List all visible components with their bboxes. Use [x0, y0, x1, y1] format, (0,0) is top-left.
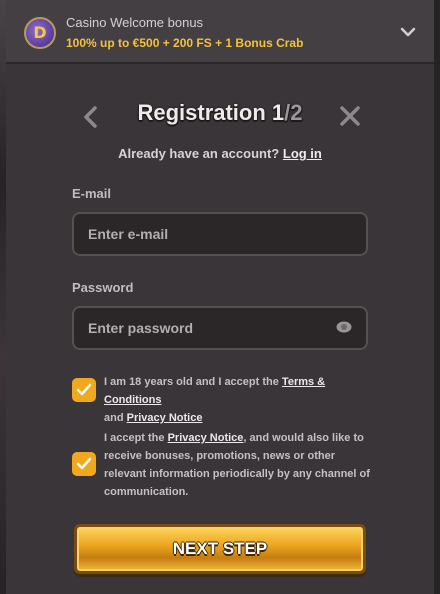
next-step-button[interactable]: NEXT STEP: [74, 524, 366, 574]
next-step-label: NEXT STEP: [172, 539, 268, 558]
page-title: Registration 1/2: [0, 100, 440, 126]
login-link[interactable]: Log in: [283, 146, 322, 161]
email-label: E-mail: [72, 186, 112, 201]
checkmark-icon: [76, 457, 92, 470]
title-step: Registration 1: [137, 100, 285, 125]
privacy-link-2[interactable]: Privacy Notice: [168, 432, 244, 444]
bonus-logo-letter: D: [33, 23, 47, 42]
title-total: 2: [290, 100, 303, 125]
bonus-title: Casino Welcome bonus: [66, 15, 204, 30]
consent1-mid: and: [104, 412, 124, 424]
marketing-text: I accept the Privacy Notice, and would a…: [104, 429, 374, 501]
bonus-description: 100% up to €500 + 200 FS + 1 Bonus Crab: [66, 36, 304, 50]
checkmark-icon: [76, 383, 92, 396]
marketing-checkbox[interactable]: [72, 452, 96, 476]
eye-icon[interactable]: [336, 321, 352, 333]
login-prompt: Already have an account? Log in: [0, 146, 440, 161]
close-icon[interactable]: [339, 104, 361, 128]
password-label: Password: [72, 280, 134, 295]
login-prompt-text: Already have an account?: [118, 146, 280, 161]
consent1-prefix: I am 18 years old and I accept the: [104, 376, 279, 388]
registration-panel: [0, 0, 440, 594]
bonus-logo-icon: D: [24, 17, 56, 49]
age-terms-text: I am 18 years old and I accept the Terms…: [104, 373, 374, 427]
privacy-link[interactable]: Privacy Notice: [127, 412, 203, 424]
bonus-banner[interactable]: D Casino Welcome bonus 100% up to €500 +…: [6, 0, 434, 64]
age-terms-checkbox[interactable]: [72, 378, 96, 402]
consent2-prefix: I accept the: [104, 432, 165, 444]
email-field[interactable]: Enter e-mail: [72, 212, 368, 256]
password-field[interactable]: Enter password: [72, 306, 368, 350]
chevron-down-icon[interactable]: [400, 24, 416, 40]
